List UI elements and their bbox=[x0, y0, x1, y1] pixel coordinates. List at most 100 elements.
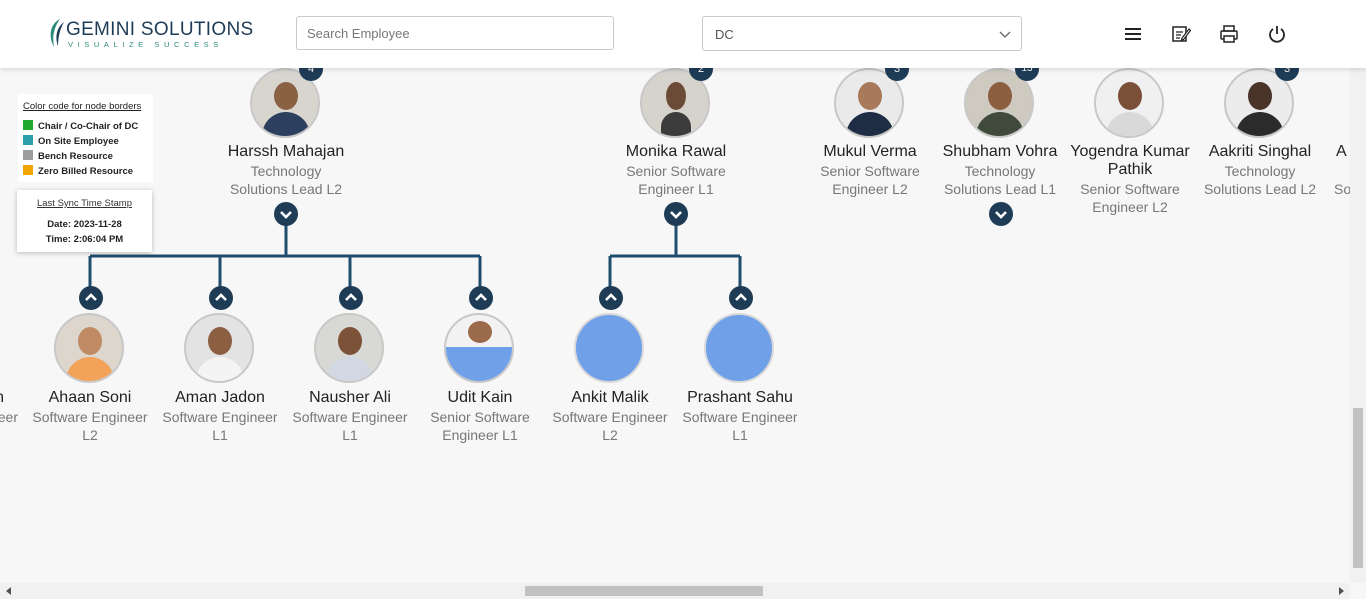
employee-name: A bbox=[1336, 143, 1347, 160]
department-select-value: DC bbox=[715, 27, 734, 42]
employee-role: Engineer L2 bbox=[1092, 199, 1168, 215]
employee-node[interactable]: Aman Jadon Software Engineer L1 bbox=[155, 313, 285, 453]
legend-swatch bbox=[23, 120, 33, 130]
employee-name: Ahaan Soni bbox=[48, 389, 132, 406]
employee-role: Senior Software bbox=[820, 163, 920, 179]
employee-node[interactable]: Nausher Ali Software Engineer L1 bbox=[285, 313, 415, 453]
employee-node[interactable]: Ankit Malik Software Engineer L2 bbox=[545, 313, 675, 453]
sync-title: Last Sync Time Stamp bbox=[36, 198, 133, 209]
gemini-logo[interactable]: GEMINI SOLUTIONS VISUALIZE SUCCESS bbox=[46, 16, 253, 52]
avatar-placeholder bbox=[574, 313, 644, 383]
collapse-up-icon[interactable] bbox=[599, 286, 623, 310]
employee-role: L1 bbox=[732, 427, 748, 443]
employee-node[interactable]: Ahaan Soni Software Engineer L2 bbox=[25, 313, 155, 453]
employee-node[interactable]: Prashant Sahu Software Engineer L1 bbox=[675, 313, 805, 453]
collapse-toggle-icon[interactable] bbox=[274, 202, 298, 226]
employee-name: Udit Kain bbox=[447, 389, 513, 406]
logo-tagline: VISUALIZE SUCCESS bbox=[68, 40, 223, 49]
expand-toggle-icon[interactable] bbox=[989, 202, 1013, 226]
legend-item-chair: Chair / Co-Chair of DC bbox=[23, 120, 138, 132]
employee-name: Nausher Ali bbox=[309, 389, 391, 406]
employee-name: Ankit Malik bbox=[571, 389, 649, 406]
edge-node-name: n bbox=[0, 389, 4, 407]
employee-role: Engineer L2 bbox=[832, 181, 908, 197]
employee-role: L1 bbox=[342, 427, 358, 443]
employee-name: Monika Rawal bbox=[625, 143, 727, 160]
employee-role: L1 bbox=[212, 427, 228, 443]
scroll-right-arrow-icon[interactable] bbox=[1337, 587, 1345, 595]
edge-node-role: eer bbox=[0, 409, 18, 425]
collapse-up-icon[interactable] bbox=[469, 286, 493, 310]
employee-role: Software Engineer bbox=[552, 409, 668, 425]
last-sync-card: Last Sync Time Stamp Date: 2023-11-28 Ti… bbox=[17, 190, 152, 252]
top-bar: GEMINI SOLUTIONS VISUALIZE SUCCESS DC bbox=[0, 0, 1366, 68]
employee-role: Software Engineer bbox=[682, 409, 798, 425]
employee-role: Solutions Lead L2 bbox=[229, 181, 343, 197]
vertical-scroll-thumb[interactable] bbox=[1353, 408, 1363, 568]
legend-swatch bbox=[23, 165, 33, 175]
avatar bbox=[1094, 68, 1164, 138]
employee-role: Engineer L1 bbox=[638, 181, 714, 197]
collapse-up-icon[interactable] bbox=[209, 286, 233, 310]
avatar bbox=[314, 313, 384, 383]
employee-name: Harssh Mahajan bbox=[227, 143, 345, 160]
logo-brand-text: GEMINI SOLUTIONS bbox=[66, 19, 254, 40]
employee-role: Senior Software bbox=[1080, 181, 1180, 197]
employee-node[interactable]: Udit Kain Senior Software Engineer L1 bbox=[415, 313, 545, 453]
vertical-scrollbar[interactable] bbox=[1350, 0, 1366, 583]
legend-swatch bbox=[23, 135, 33, 145]
avatar bbox=[54, 313, 124, 383]
print-icon[interactable] bbox=[1219, 24, 1239, 44]
employee-role: Solutions Lead L1 bbox=[943, 181, 1057, 197]
employee-role: L2 bbox=[602, 427, 618, 443]
employee-name: Yogendra Kumar bbox=[1070, 143, 1190, 160]
legend-swatch bbox=[23, 150, 33, 160]
scroll-left-arrow-icon[interactable] bbox=[5, 587, 13, 595]
edit-note-icon[interactable] bbox=[1171, 24, 1191, 44]
horizontal-scrollbar[interactable] bbox=[0, 583, 1350, 599]
collapse-up-icon[interactable] bbox=[729, 286, 753, 310]
avatar-placeholder bbox=[704, 313, 774, 383]
employee-role: So bbox=[1334, 181, 1350, 197]
employee-role: Technology bbox=[250, 163, 322, 179]
employee-name: Aman Jadon bbox=[175, 389, 265, 406]
legend-item-bench: Bench Resource bbox=[23, 150, 113, 162]
employee-name: Pathik bbox=[1107, 161, 1153, 178]
department-select[interactable]: DC bbox=[702, 16, 1022, 51]
employee-role: Senior Software bbox=[626, 163, 726, 179]
employee-role: Software Engineer bbox=[32, 409, 148, 425]
employee-role: Solutions Lead L2 bbox=[1203, 181, 1317, 197]
employee-name: Aakriti Singhal bbox=[1208, 143, 1312, 160]
employee-name: Prashant Sahu bbox=[687, 389, 793, 406]
employee-role: Technology bbox=[1224, 163, 1296, 179]
employee-role: Senior Software bbox=[430, 409, 530, 425]
employee-node[interactable]: 3 Aakriti Singhal Technology Solutions L… bbox=[1195, 68, 1325, 240]
collapse-toggle-icon[interactable] bbox=[664, 202, 688, 226]
employee-role: Technology bbox=[964, 163, 1036, 179]
sync-date: Date: 2023-11-28 bbox=[47, 219, 122, 230]
legend-item-zero-billed: Zero Billed Resource bbox=[23, 165, 133, 177]
menu-icon[interactable] bbox=[1123, 24, 1143, 44]
employee-role: Software Engineer bbox=[162, 409, 278, 425]
avatar bbox=[444, 313, 514, 383]
employee-role: L2 bbox=[82, 427, 98, 443]
search-employee-input[interactable] bbox=[296, 16, 614, 50]
employee-role: Software Engineer bbox=[292, 409, 408, 425]
collapse-up-icon[interactable] bbox=[339, 286, 363, 310]
border-color-legend: Color code for node borders Chair / Co-C… bbox=[18, 94, 153, 182]
employee-name: Shubham Vohra bbox=[942, 143, 1058, 160]
legend-title: Color code for node borders bbox=[23, 101, 142, 112]
logo-leaf-icon bbox=[50, 19, 64, 47]
employee-role: Engineer L1 bbox=[442, 427, 518, 443]
avatar bbox=[184, 313, 254, 383]
power-icon[interactable] bbox=[1267, 24, 1287, 44]
org-chart-canvas[interactable]: Color code for node borders Chair / Co-C… bbox=[0, 68, 1350, 583]
employee-node[interactable]: 3 Mukul Verma Senior Software Engineer L… bbox=[805, 68, 935, 240]
sync-time: Time: 2:06:04 PM bbox=[45, 234, 124, 245]
horizontal-scroll-thumb[interactable] bbox=[525, 586, 763, 596]
chevron-down-icon bbox=[999, 31, 1011, 38]
employee-node[interactable]: Yogendra Kumar Pathik Senior Software En… bbox=[1065, 68, 1195, 280]
legend-item-onsite: On Site Employee bbox=[23, 135, 119, 147]
collapse-up-icon[interactable] bbox=[79, 286, 103, 310]
employee-name: Mukul Verma bbox=[823, 143, 917, 160]
